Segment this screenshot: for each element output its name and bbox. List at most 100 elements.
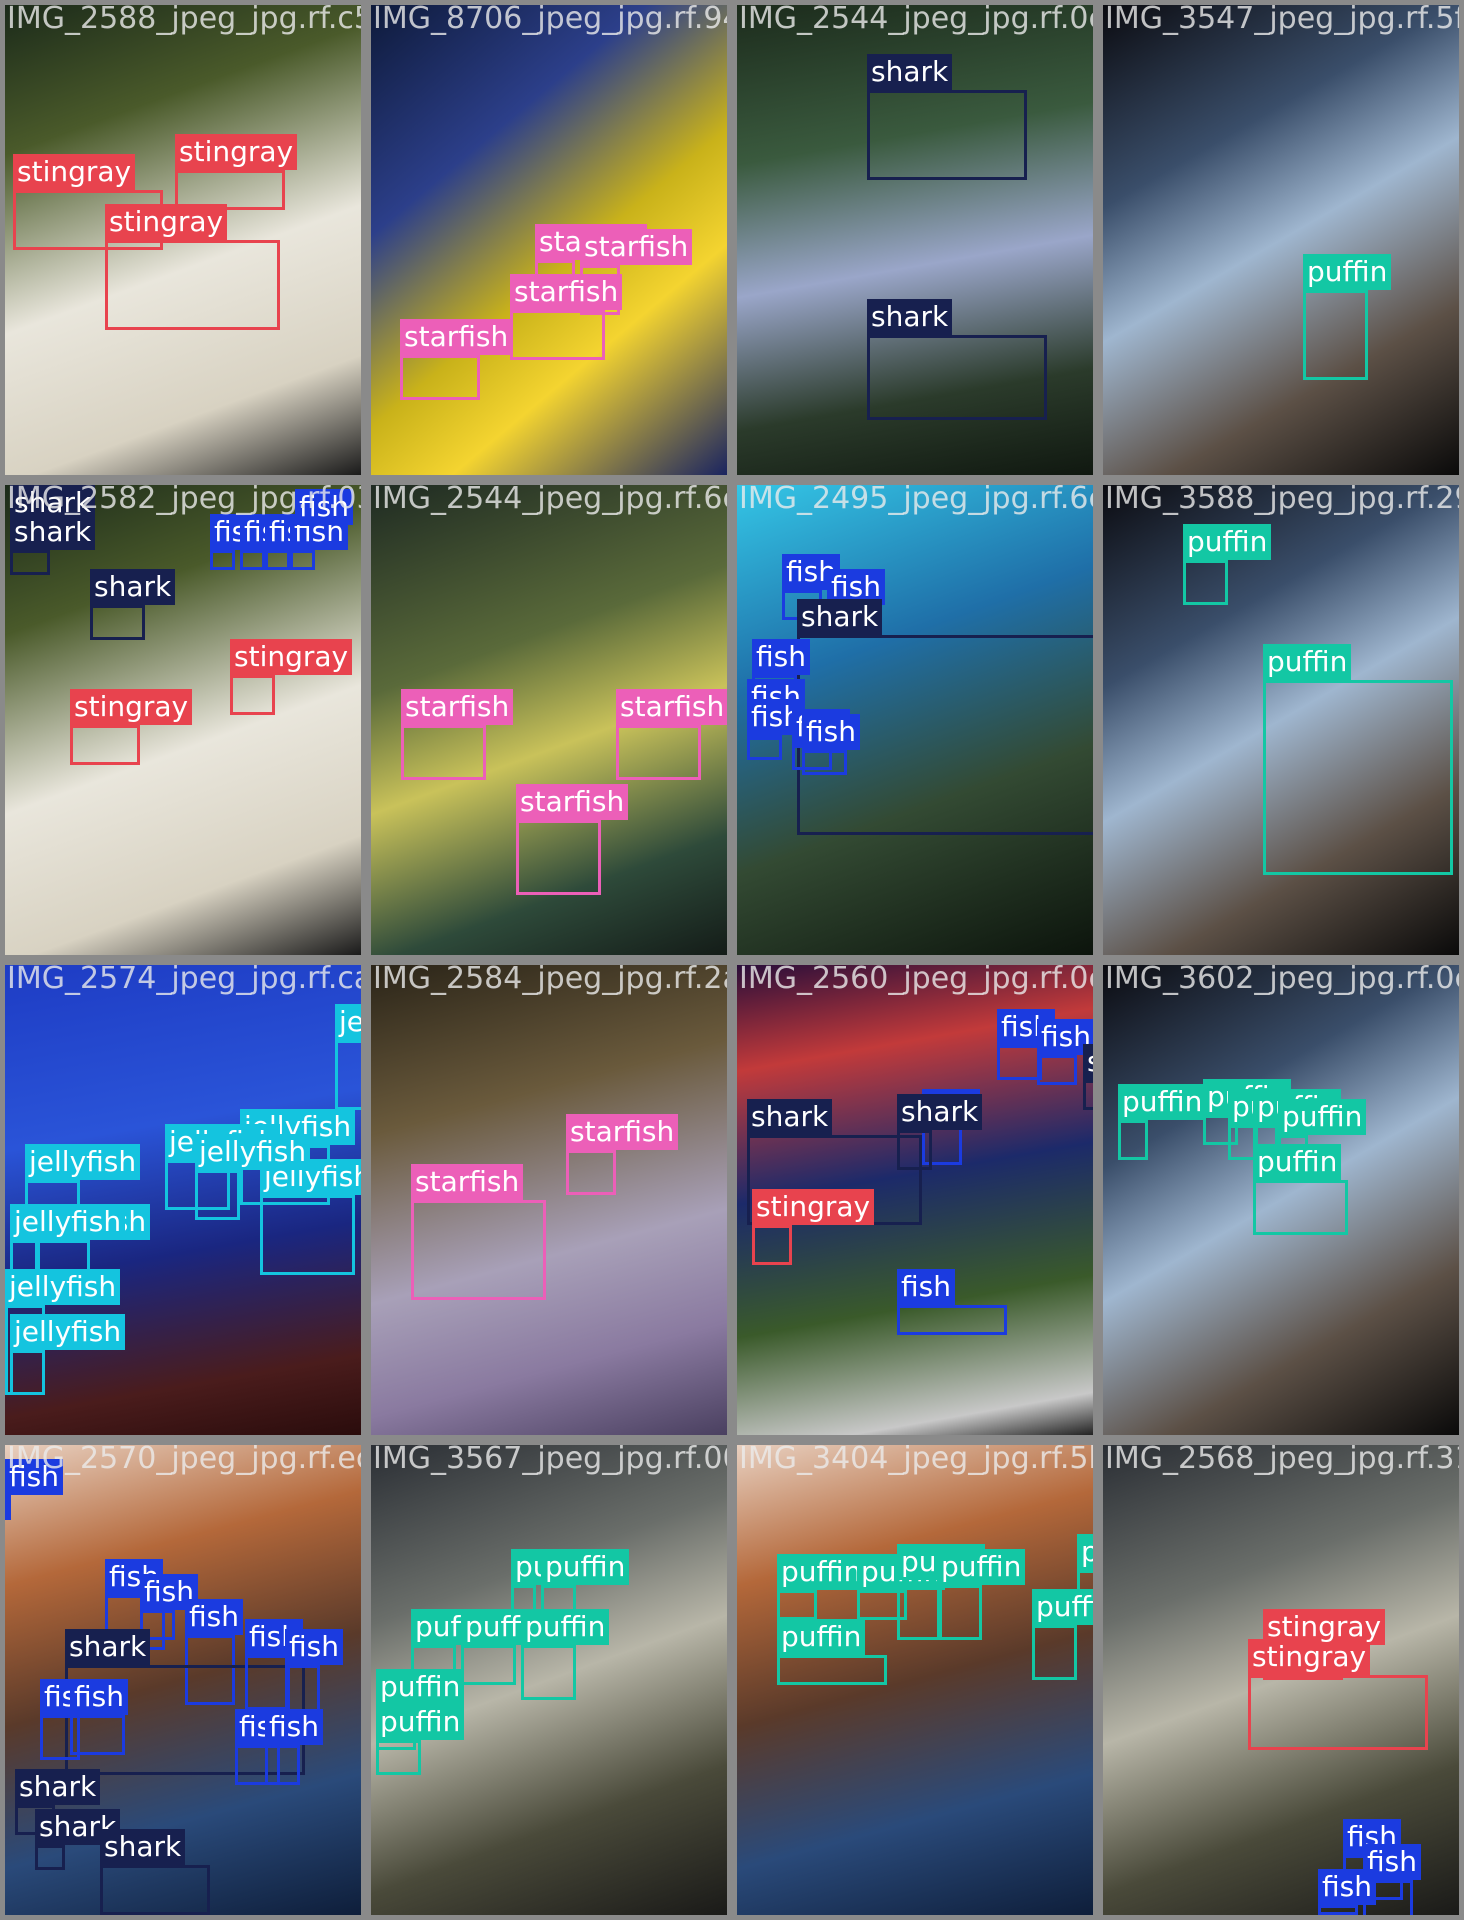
detection-label: jellyfish (5, 1269, 121, 1305)
bounding-box (521, 1645, 576, 1700)
bounding-box (777, 1655, 887, 1685)
detection-grid: IMG_2588_jpeg_jpg.rf.c5 stingray stingray s… (0, 0, 1464, 1920)
bounding-box (411, 1200, 546, 1300)
bounding-box (616, 725, 701, 780)
bounding-box (510, 310, 605, 360)
detection-label: puffin (376, 1704, 465, 1740)
detection-label: fish (265, 1709, 323, 1745)
bounding-box (5, 1495, 11, 1520)
bounding-box (997, 1045, 1042, 1080)
detection-label: stingray (752, 1189, 875, 1225)
detection-label: stingray (175, 134, 298, 170)
image-tile: IMG_2568_jpeg_jpg.rf.31 stingray stingray f… (1098, 1440, 1464, 1920)
detection-label: puffin (1253, 1144, 1342, 1180)
bounding-box (1263, 680, 1453, 875)
image-filename: IMG_2560_jpeg_jpg.rf.0c (739, 961, 1098, 996)
image-filename: IMG_2582_jpeg_jpg.rf.03 (7, 481, 366, 516)
bounding-box (70, 725, 140, 765)
bounding-box (777, 1590, 817, 1620)
bounding-box (376, 1740, 421, 1775)
bounding-box (105, 240, 280, 330)
detection-label: starfish (580, 229, 693, 265)
detection-label: puffin (1032, 1589, 1093, 1625)
bounding-box (401, 725, 486, 780)
image-filename: IMG_3602_jpeg_jpg.rf.0c (1105, 961, 1464, 996)
detection-label: stingray (1263, 1609, 1386, 1645)
detection-label: puffin (1303, 254, 1392, 290)
image-filename: IMG_3404_jpeg_jpg.rf.5b (739, 1441, 1098, 1476)
bounding-box (195, 1170, 240, 1220)
detection-label: stingray (70, 689, 193, 725)
detection-label: puffin (541, 1549, 630, 1585)
detection-label: shark (867, 54, 953, 90)
bounding-box (1183, 560, 1228, 605)
image-filename: IMG_2544_jpeg_jpg.rf.6c (373, 481, 732, 516)
photo (1103, 5, 1459, 475)
bounding-box (10, 550, 50, 575)
bounding-box (1318, 1905, 1358, 1915)
bounding-box (752, 1225, 792, 1265)
detection-label: shark (90, 569, 176, 605)
detection-label: shark (867, 299, 953, 335)
bounding-box (230, 675, 275, 715)
detection-label: jellyfish (10, 1204, 126, 1240)
detection-label: fish (897, 1269, 955, 1305)
detection-label: jellyfish (195, 1134, 311, 1170)
image-tile: IMG_2560_jpeg_jpg.rf.0c fish fish shark fish… (732, 960, 1098, 1440)
image-tile: IMG_2582_jpeg_jpg.rf.03 shark fish fish fish… (0, 480, 366, 960)
image-tile: IMG_2588_jpeg_jpg.rf.c5 stingray stingray s… (0, 0, 366, 480)
detection-label: shark (897, 1094, 983, 1130)
bounding-box (240, 550, 265, 570)
bounding-box (897, 1130, 932, 1170)
detection-label: shark (65, 1629, 151, 1665)
detection-label: fish (802, 714, 860, 750)
bounding-box (210, 550, 235, 570)
bounding-box (1037, 1055, 1077, 1085)
image-tile: IMG_2574_jpeg_jpg.rf.ca jellyfish jellyfis… (0, 960, 366, 1440)
detection-label: starfish (566, 1114, 679, 1150)
image-tile: IMG_3588_jpeg_jpg.rf.29 puffin puffin (1098, 480, 1464, 960)
detection-label: puffin (777, 1619, 866, 1655)
detection-label: shark (797, 599, 883, 635)
detection-label: puffin (1077, 1534, 1093, 1570)
bounding-box (290, 550, 315, 570)
image-tile: IMG_8706_jpeg_jpg.rf.94 starfish starfish s… (366, 0, 732, 480)
bounding-box (100, 1865, 210, 1915)
bounding-box (897, 1305, 1007, 1335)
detection-label: starfish (400, 319, 513, 355)
detection-label: jellyfish (25, 1144, 141, 1180)
bounding-box (1253, 1180, 1348, 1235)
image-filename: IMG_2584_jpeg_jpg.rf.2a (373, 961, 732, 996)
bounding-box (35, 1845, 65, 1870)
bounding-box (245, 1655, 290, 1710)
image-filename: IMG_2544_jpeg_jpg.rf.0c (739, 1, 1098, 36)
detection-label: puffin (1183, 524, 1272, 560)
image-filename: IMG_3567_jpeg_jpg.rf.00 (373, 1441, 732, 1476)
bounding-box (747, 735, 782, 760)
detection-label: stingray (230, 639, 353, 675)
bounding-box (1248, 1675, 1428, 1750)
detection-label: jellyfish (335, 1004, 361, 1040)
image-tile: IMG_3404_jpeg_jpg.rf.5bpuffin puffin puffi… (732, 1440, 1098, 1920)
bounding-box (802, 750, 847, 775)
bounding-box (260, 1195, 355, 1275)
bounding-box (1083, 1080, 1093, 1110)
detection-label: puffin (521, 1609, 610, 1645)
bounding-box (90, 605, 145, 640)
image-filename: IMG_8706_jpeg_jpg.rf.94 (373, 1, 732, 36)
detection-label: starfish (616, 689, 727, 725)
image-tile: IMG_2584_jpeg_jpg.rf.2a starfish starfish (366, 960, 732, 1440)
bounding-box (10, 1350, 45, 1395)
image-filename: IMG_2588_jpeg_jpg.rf.c5 (7, 1, 366, 36)
detection-label: starfish (411, 1164, 524, 1200)
bounding-box (400, 355, 480, 400)
detection-label: puffin (777, 1554, 866, 1590)
bounding-box (1118, 1120, 1148, 1160)
image-tile: IMG_2544_jpeg_jpg.rf.6c starfish starfish s… (366, 480, 732, 960)
detection-label: fish (185, 1599, 243, 1635)
bounding-box (335, 1040, 361, 1110)
detection-label: jellyfish (10, 1314, 126, 1350)
bounding-box (1032, 1625, 1077, 1680)
bounding-box (461, 1645, 516, 1685)
image-filename: IMG_2568_jpeg_jpg.rf.31 (1105, 1441, 1464, 1476)
